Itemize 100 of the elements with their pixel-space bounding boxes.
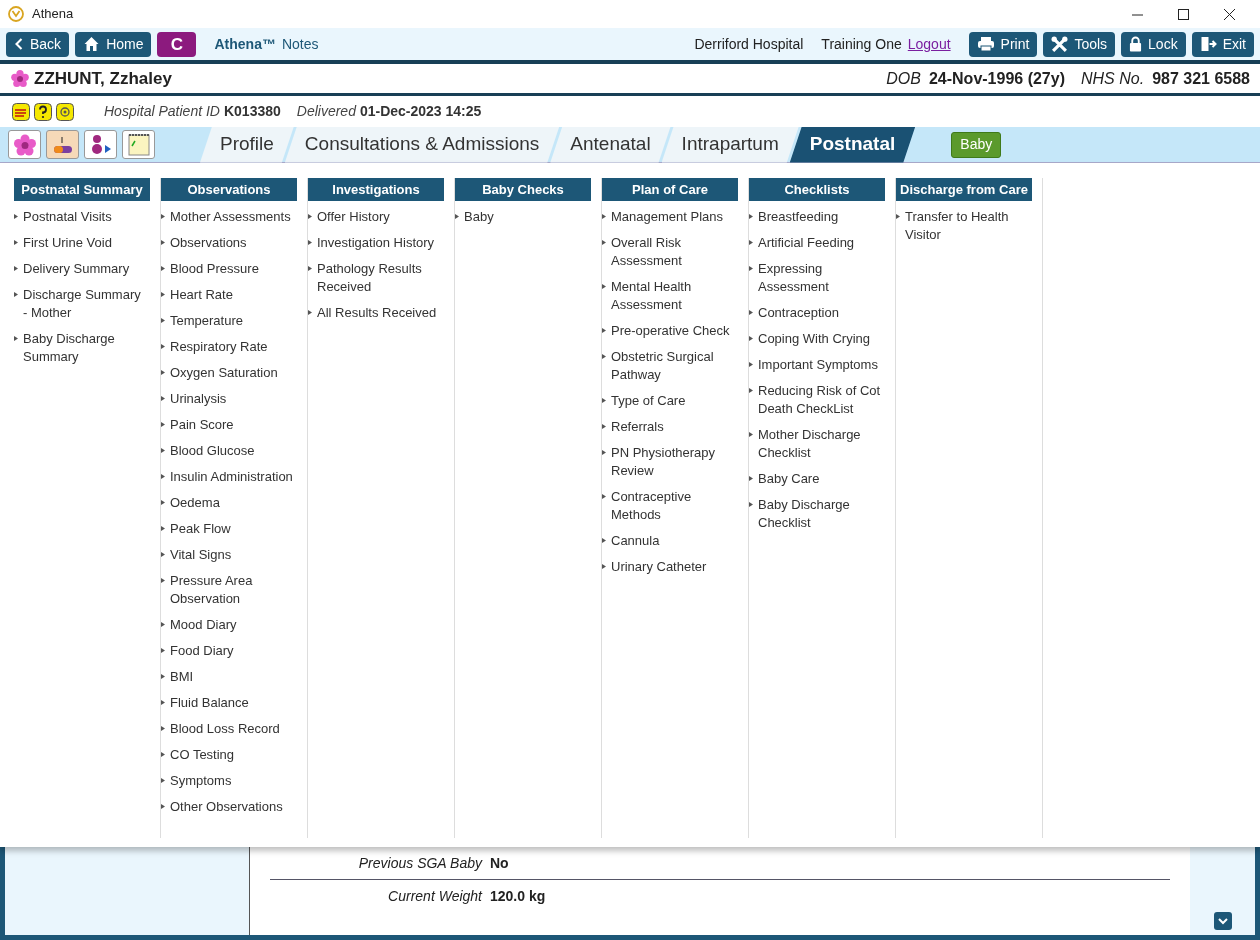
exit-door-icon xyxy=(1199,36,1217,52)
menu-link[interactable]: Reducing Risk of Cot Death CheckList xyxy=(758,382,882,418)
patient-id-value: K013380 xyxy=(223,102,281,121)
dob-value: 24-Nov-1996 (27y) xyxy=(928,68,1065,89)
chevron-down-icon xyxy=(1217,917,1228,925)
app-section: Notes xyxy=(281,33,319,55)
menu-link[interactable]: Mood Diary xyxy=(170,616,294,634)
tab[interactable]: Antenatal xyxy=(550,126,671,163)
menu-link[interactable]: Coping With Crying xyxy=(758,330,882,348)
nhs-value: 987 321 6588 xyxy=(1152,68,1250,89)
menu-link[interactable]: BMI xyxy=(170,668,294,686)
menu-link[interactable]: Baby Discharge Checklist xyxy=(758,496,882,532)
menu-link[interactable]: Vital Signs xyxy=(170,546,294,564)
menu-link[interactable]: Cannula xyxy=(611,532,735,550)
menu-link[interactable]: Pain Score xyxy=(170,416,294,434)
toolbar-button[interactable]: Home xyxy=(75,31,152,57)
c-button[interactable]: C xyxy=(157,31,197,57)
sun-icon[interactable] xyxy=(56,102,74,121)
menu-link[interactable]: Offer History xyxy=(317,208,441,226)
menu-link[interactable]: Insulin Administration xyxy=(170,468,294,486)
menu-link[interactable]: Oedema xyxy=(170,494,294,512)
pill-icon[interactable] xyxy=(46,130,79,159)
toolbar-button[interactable]: Back xyxy=(6,31,70,57)
menu-link[interactable]: Investigation History xyxy=(317,234,441,252)
menu-link[interactable]: Transfer to Health Visitor xyxy=(905,208,1029,244)
menu-link[interactable]: Mother Discharge Checklist xyxy=(758,426,882,462)
column-heading: Observations xyxy=(161,178,297,201)
menu-link[interactable]: Breastfeeding xyxy=(758,208,882,226)
toolbar-button[interactable]: Exit xyxy=(1191,31,1254,57)
menu-link[interactable]: Obstetric Surgical Pathway xyxy=(611,348,735,384)
menu-link[interactable]: Referrals xyxy=(611,418,735,436)
delivered-label: Delivered xyxy=(296,102,356,121)
delivered-value: 01-Dec-2023 14:25 xyxy=(359,102,482,121)
toolbar-button[interactable]: Lock xyxy=(1121,31,1186,57)
menu-link[interactable]: Symptoms xyxy=(170,772,294,790)
tab[interactable]: Postnatal xyxy=(789,126,916,163)
notepad-icon[interactable] xyxy=(122,130,155,159)
menu-link[interactable]: Delivery Summary xyxy=(23,260,147,278)
lock-icon xyxy=(1129,36,1143,52)
tab[interactable]: Consultations & Admissions xyxy=(284,126,560,163)
menu-link[interactable]: Pathology Results Received xyxy=(317,260,441,296)
menu-link[interactable]: All Results Received xyxy=(317,304,441,322)
menu-link[interactable]: Fluid Balance xyxy=(170,694,294,712)
menu-link[interactable]: Postnatal Visits xyxy=(23,208,147,226)
menu-link[interactable]: Baby xyxy=(464,208,588,226)
column-heading: Discharge from Care xyxy=(896,178,1032,201)
menu-link[interactable]: Mental Health Assessment xyxy=(611,278,735,314)
chevron-left-icon xyxy=(14,37,24,51)
menu-link[interactable]: Pre-operative Check xyxy=(611,322,735,340)
menu-link[interactable]: Other Observations xyxy=(170,798,294,816)
menu-link[interactable]: Important Symptoms xyxy=(758,356,882,374)
menu-link[interactable]: PN Physiotherapy Review xyxy=(611,444,735,480)
flower-icon[interactable] xyxy=(8,130,41,159)
menu-link[interactable]: CO Testing xyxy=(170,746,294,764)
app-name: Athena™ xyxy=(214,34,276,54)
menu-link[interactable]: Peak Flow xyxy=(170,520,294,538)
menu-link[interactable]: Temperature xyxy=(170,312,294,330)
logout-link[interactable]: Logout xyxy=(907,33,951,55)
menu-link[interactable]: Blood Pressure xyxy=(170,260,294,278)
menu-link[interactable]: Observations xyxy=(170,234,294,252)
tab[interactable]: Profile xyxy=(200,126,294,163)
menu-link[interactable]: Baby Discharge Summary xyxy=(23,330,147,366)
question-icon[interactable] xyxy=(34,102,52,121)
flower-icon xyxy=(10,68,30,89)
scroll-down-button[interactable] xyxy=(1213,912,1232,930)
menu-link[interactable]: Blood Glucose xyxy=(170,442,294,460)
menu-link[interactable]: Blood Loss Record xyxy=(170,720,294,738)
menu-link[interactable]: Urinary Catheter xyxy=(611,558,735,576)
menu-link[interactable]: Overall Risk Assessment xyxy=(611,234,735,270)
menu-link[interactable]: Mother Assessments xyxy=(170,208,294,226)
column-heading: Baby Checks xyxy=(455,178,591,201)
toolbar-button[interactable]: Print xyxy=(968,31,1038,57)
menu-link[interactable]: Oxygen Saturation xyxy=(170,364,294,382)
window-title: Athena xyxy=(32,5,74,24)
patient-name: ZZHUNT, Zzhaley xyxy=(34,67,172,90)
column-heading: Investigations xyxy=(308,178,444,201)
home-icon xyxy=(83,36,101,52)
menu-link[interactable]: Respiratory Rate xyxy=(170,338,294,356)
menu-link[interactable]: Baby Care xyxy=(758,470,882,488)
app-logo-icon xyxy=(8,6,24,22)
tab[interactable]: Intrapartum xyxy=(661,126,799,163)
menu-link[interactable]: Heart Rate xyxy=(170,286,294,304)
patient-id-label: Hospital Patient ID xyxy=(104,102,220,121)
menu-link[interactable]: Artificial Feeding xyxy=(758,234,882,252)
menu-link[interactable]: Management Plans xyxy=(611,208,735,226)
menu-link[interactable]: Type of Care xyxy=(611,392,735,410)
menu-link[interactable]: Pressure Area Observation xyxy=(170,572,294,608)
column-heading: Postnatal Summary xyxy=(14,178,150,201)
column-heading: Plan of Care xyxy=(602,178,738,201)
menu-link[interactable]: Food Diary xyxy=(170,642,294,660)
menu-link[interactable]: Urinalysis xyxy=(170,390,294,408)
user-name: Training One xyxy=(821,34,902,54)
printer-icon xyxy=(976,36,995,52)
menu-link[interactable]: First Urine Void xyxy=(23,234,147,252)
menu-link[interactable]: Contraceptive Methods xyxy=(611,488,735,524)
menu-link[interactable]: Expressing Assessment xyxy=(758,260,882,296)
toolbar-button[interactable]: Tools xyxy=(1043,31,1116,57)
field-label: Current Weight xyxy=(387,887,482,906)
menu-link[interactable]: Contraception xyxy=(758,304,882,322)
menu-link[interactable]: Discharge Summary - Mother xyxy=(23,286,147,322)
